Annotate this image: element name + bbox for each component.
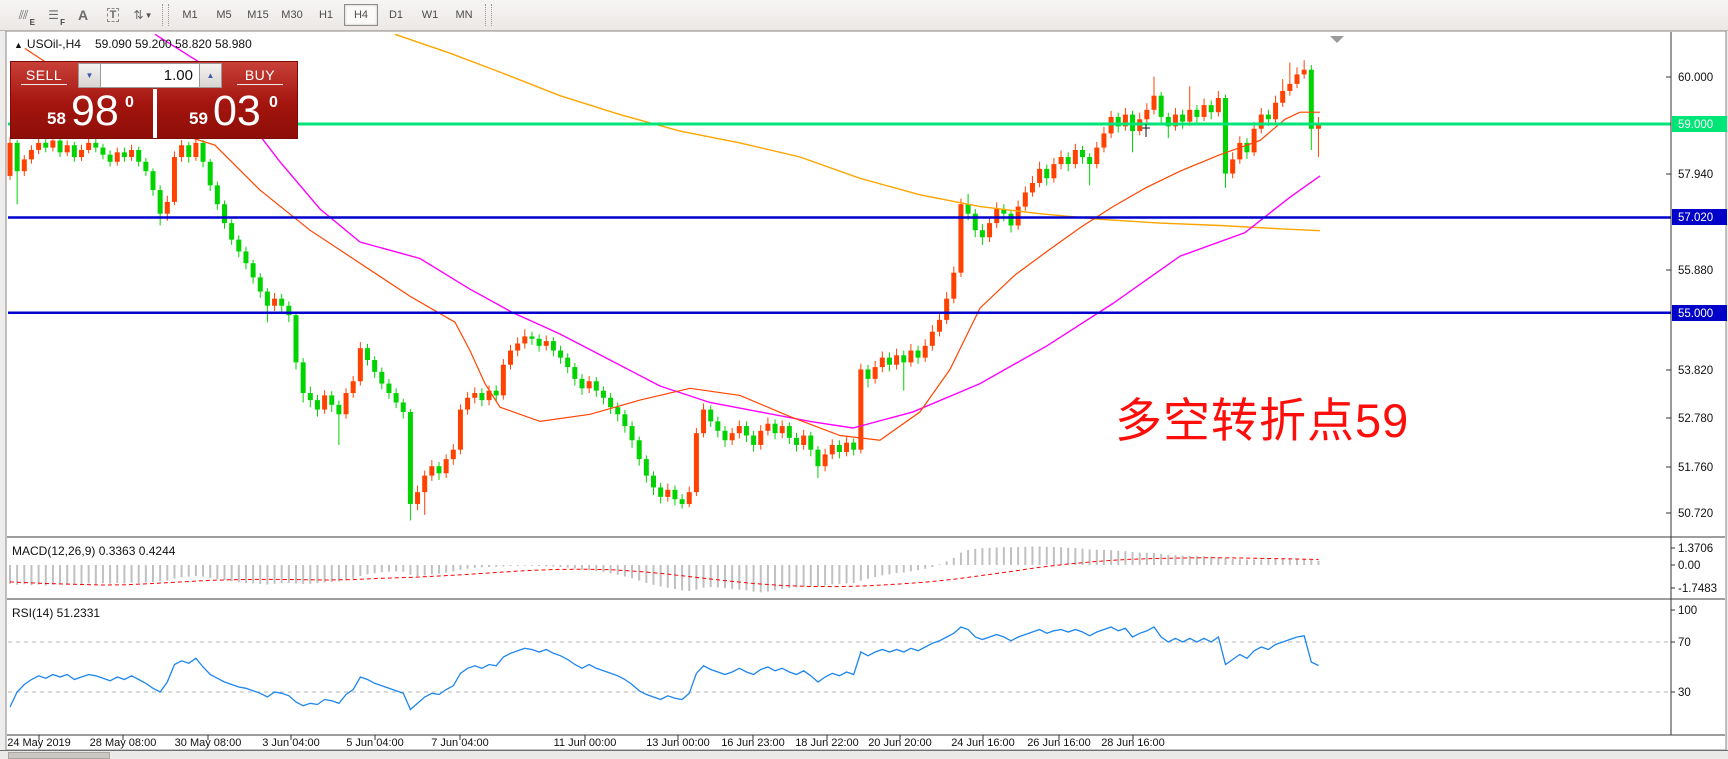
svg-text:-1.7483: -1.7483	[1678, 583, 1717, 595]
symbol-period-label: USOil-,H4	[26, 37, 81, 51]
svg-text:59.000: 59.000	[1678, 119, 1713, 131]
time-axis-label: 24 May 2019	[7, 737, 71, 749]
svg-text:50.720: 50.720	[1678, 508, 1713, 520]
buy-price-int: 59	[189, 109, 208, 128]
time-axis-label: 5 Jun 04:00	[346, 737, 404, 749]
collapse-triangle-icon[interactable]: ▲	[14, 40, 23, 50]
sell-button[interactable]: SELL	[11, 62, 77, 89]
timeframe-H1[interactable]: H1	[310, 5, 342, 25]
time-axis[interactable]: 24 May 2019 28 May 08:00 30 May 08:00 3 Jun…	[0, 737, 1728, 750]
volume-input[interactable]	[101, 63, 199, 88]
time-axis-label: 11 Jun 00:00	[553, 737, 617, 749]
time-axis-label: 3 Jun 04:00	[262, 737, 320, 749]
chart-text-annotation[interactable]: 多空转折点59	[1115, 382, 1409, 451]
sell-price-int: 58	[47, 109, 66, 128]
fibonacci-tool-icon[interactable]: ☰ F	[40, 4, 66, 27]
sell-button-label: SELL	[25, 66, 63, 83]
svg-text:60.000: 60.000	[1678, 72, 1713, 84]
svg-text:100: 100	[1678, 605, 1697, 617]
buy-button-label: BUY	[244, 66, 276, 83]
volume-decrease-button[interactable]: ▼	[78, 63, 101, 88]
svg-text:70: 70	[1678, 637, 1691, 649]
caret-up-icon: ▲	[206, 71, 215, 80]
timeframe-W1[interactable]: W1	[414, 5, 446, 25]
time-axis-label: 26 Jun 16:00	[1027, 737, 1091, 749]
time-axis-label: 24 Jun 16:00	[951, 737, 1015, 749]
timeframe-M30[interactable]: M30	[276, 5, 308, 25]
buy-price-pips: 03	[213, 87, 261, 135]
macd-indicator-label: MACD(12,26,9) 0.3363 0.4244	[12, 544, 176, 558]
svg-text:0.00: 0.00	[1678, 560, 1700, 572]
svg-text:52.780: 52.780	[1678, 413, 1713, 425]
timeframe-MN[interactable]: MN	[448, 5, 480, 25]
volume-increase-button[interactable]: ▲	[199, 63, 222, 88]
ohlc-values: 59.090 59.200 58.820 58.980	[94, 37, 252, 51]
svg-text:30: 30	[1678, 687, 1691, 699]
toolbar-separator	[162, 4, 169, 26]
svg-text:55.880: 55.880	[1678, 265, 1713, 277]
time-axis-label: 18 Jun 22:00	[795, 737, 859, 749]
one-click-trading-panel: SELL ▼ ▲ BUY 58 98 0 59 03 0	[10, 61, 298, 139]
time-axis-label: 30 May 08:00	[174, 737, 242, 749]
text-tool-icon[interactable]: T	[100, 4, 126, 26]
svg-text:51.760: 51.760	[1678, 462, 1713, 474]
svg-text:55.000: 55.000	[1678, 308, 1713, 320]
svg-text:57.940: 57.940	[1678, 169, 1713, 181]
timeframe-group: M1 M5 M15 M30 H1 H4 D1 W1 MN	[173, 4, 481, 26]
buy-button[interactable]: BUY	[223, 62, 297, 89]
timeframe-D1[interactable]: D1	[380, 5, 412, 25]
buy-underline	[237, 83, 283, 85]
rsi-indicator-label: RSI(14) 51.2331	[12, 606, 101, 620]
sell-price-display[interactable]: 58 98 0	[11, 87, 153, 138]
volume-control: ▼ ▲	[77, 62, 223, 89]
svg-text:53.820: 53.820	[1678, 365, 1713, 377]
sell-price-pips: 98	[71, 87, 119, 135]
sell-price-point: 0	[125, 94, 134, 111]
timeframe-M5[interactable]: M5	[208, 5, 240, 25]
time-axis-label: 20 Jun 20:00	[868, 737, 932, 749]
equidistant-channel-tool-icon[interactable]: ⫽⫽ E	[10, 4, 36, 28]
top-toolbar: ⫽⫽ E ☰ F A T ⇅ ▼ M1 M5 M15 M30 H1 H4 D1 W1 MN	[0, 0, 1728, 31]
chart-symbol-header: ▲ USOil-,H4 59.090 59.200 58.820 58.980	[14, 37, 252, 51]
drawing-tools-group: ⫽⫽ E ☰ F A T ⇅ ▼	[8, 4, 158, 28]
time-axis-label: 16 Jun 23:00	[721, 737, 785, 749]
buy-price-display[interactable]: 59 03 0	[157, 87, 297, 138]
svg-text:57.020: 57.020	[1678, 212, 1713, 224]
time-axis-label: 7 Jun 04:00	[431, 737, 489, 749]
time-axis-label: 28 Jun 16:00	[1101, 737, 1165, 749]
timeframe-M1[interactable]: M1	[174, 5, 206, 25]
caret-down-icon: ▼	[85, 71, 94, 80]
arrows-tool-icon[interactable]: ⇅ ▼	[130, 4, 156, 26]
sell-underline	[21, 83, 67, 85]
buy-price-point: 0	[269, 94, 278, 111]
timeframe-M15[interactable]: M15	[242, 5, 274, 25]
timeframe-H4[interactable]: H4	[344, 4, 378, 26]
svg-text:1.3706: 1.3706	[1678, 543, 1713, 555]
time-axis-label: 13 Jun 00:00	[646, 737, 710, 749]
text-label-tool-icon[interactable]: A	[70, 4, 96, 26]
toolbar-separator-2	[485, 4, 492, 26]
time-axis-label: 28 May 08:00	[89, 737, 157, 749]
scrollbar-thumb[interactable]	[8, 752, 110, 759]
